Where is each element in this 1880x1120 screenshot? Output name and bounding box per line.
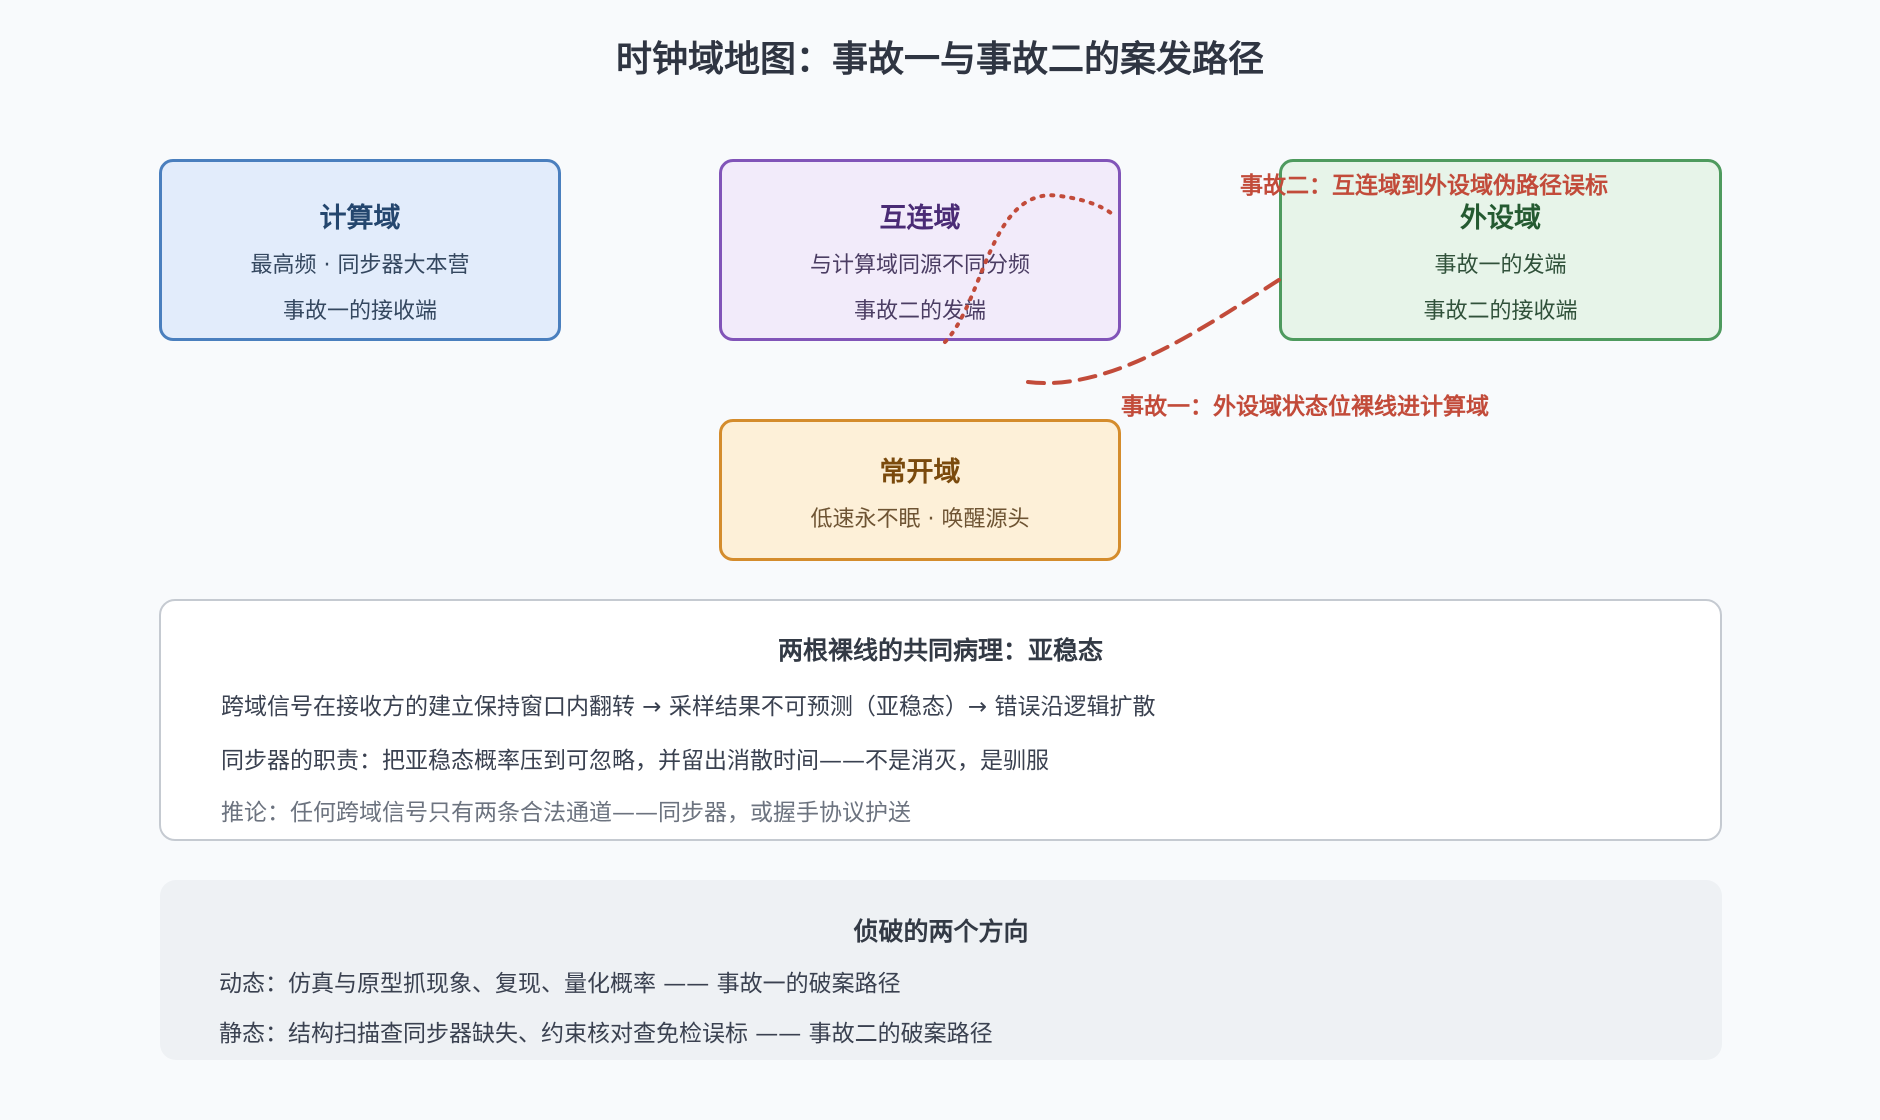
directions-title: 侦破的两个方向 [853, 917, 1029, 946]
compute-domain-name: 计算域 [319, 203, 401, 234]
compute-domain-line-2: 事故一的接收端 [282, 299, 437, 324]
interconnect-domain-box: 互连域 与计算域同源不同分频 事故二的发端 [719, 159, 1121, 341]
compute-domain-box: 计算域 最高频 · 同步器大本营 事故一的接收端 [159, 159, 561, 341]
directions-line-1: 动态：仿真与原型抓现象、复现、量化概率 —— 事故一的破案路径 [219, 971, 901, 997]
peripheral-domain-line-1: 事故一的发端 [1434, 253, 1567, 278]
incident2-path-label: 事故二：互连域到外设域伪路径误标 [1240, 173, 1608, 199]
pathology-line-2: 同步器的职责：把亚稳态概率压到可忽略，并留出消散时间——不是消灭，是驯服 [221, 748, 1049, 774]
always-on-domain-box: 常开域 低速永不眠 · 唤醒源头 [719, 419, 1121, 561]
peripheral-domain-line-2: 事故二的接收端 [1423, 299, 1578, 324]
peripheral-domain-name: 外设域 [1460, 203, 1541, 234]
pathology-line-3: 推论：任何跨域信号只有两条合法通道——同步器，或握手协议护送 [221, 800, 911, 826]
directions-line-2: 静态：结构扫描查同步器缺失、约束核对查免检误标 —— 事故二的破案路径 [219, 1021, 993, 1047]
directions-panel: 侦破的两个方向 动态：仿真与原型抓现象、复现、量化概率 —— 事故一的破案路径 … [160, 880, 1722, 1060]
compute-domain-line-1: 最高频 · 同步器大本营 [250, 253, 470, 278]
always-on-domain-name: 常开域 [879, 457, 961, 488]
pathology-panel: 两根裸线的共同病理：亚稳态 跨域信号在接收方的建立保持窗口内翻转 → 采样结果不… [159, 599, 1722, 841]
interconnect-domain-line-2: 事故二的发端 [853, 299, 986, 324]
interconnect-domain-line-1: 与计算域同源不同分频 [809, 253, 1030, 278]
pathology-line-1: 跨域信号在接收方的建立保持窗口内翻转 → 采样结果不可预测（亚稳态）→ 错误沿逻… [221, 694, 1156, 720]
pathology-title: 两根裸线的共同病理：亚稳态 [777, 636, 1103, 665]
incident1-path-label: 事故一：外设域状态位裸线进计算域 [1121, 394, 1489, 420]
always-on-domain-line-1: 低速永不眠 · 唤醒源头 [810, 507, 1030, 532]
clock-domain-map: 时钟域地图：事故一与事故二的案发路径 计算域 最高频 · 同步器大本营 事故一的… [0, 0, 1880, 1120]
interconnect-domain-name: 互连域 [879, 203, 961, 234]
page-title: 时钟域地图：事故一与事故二的案发路径 [615, 39, 1264, 80]
